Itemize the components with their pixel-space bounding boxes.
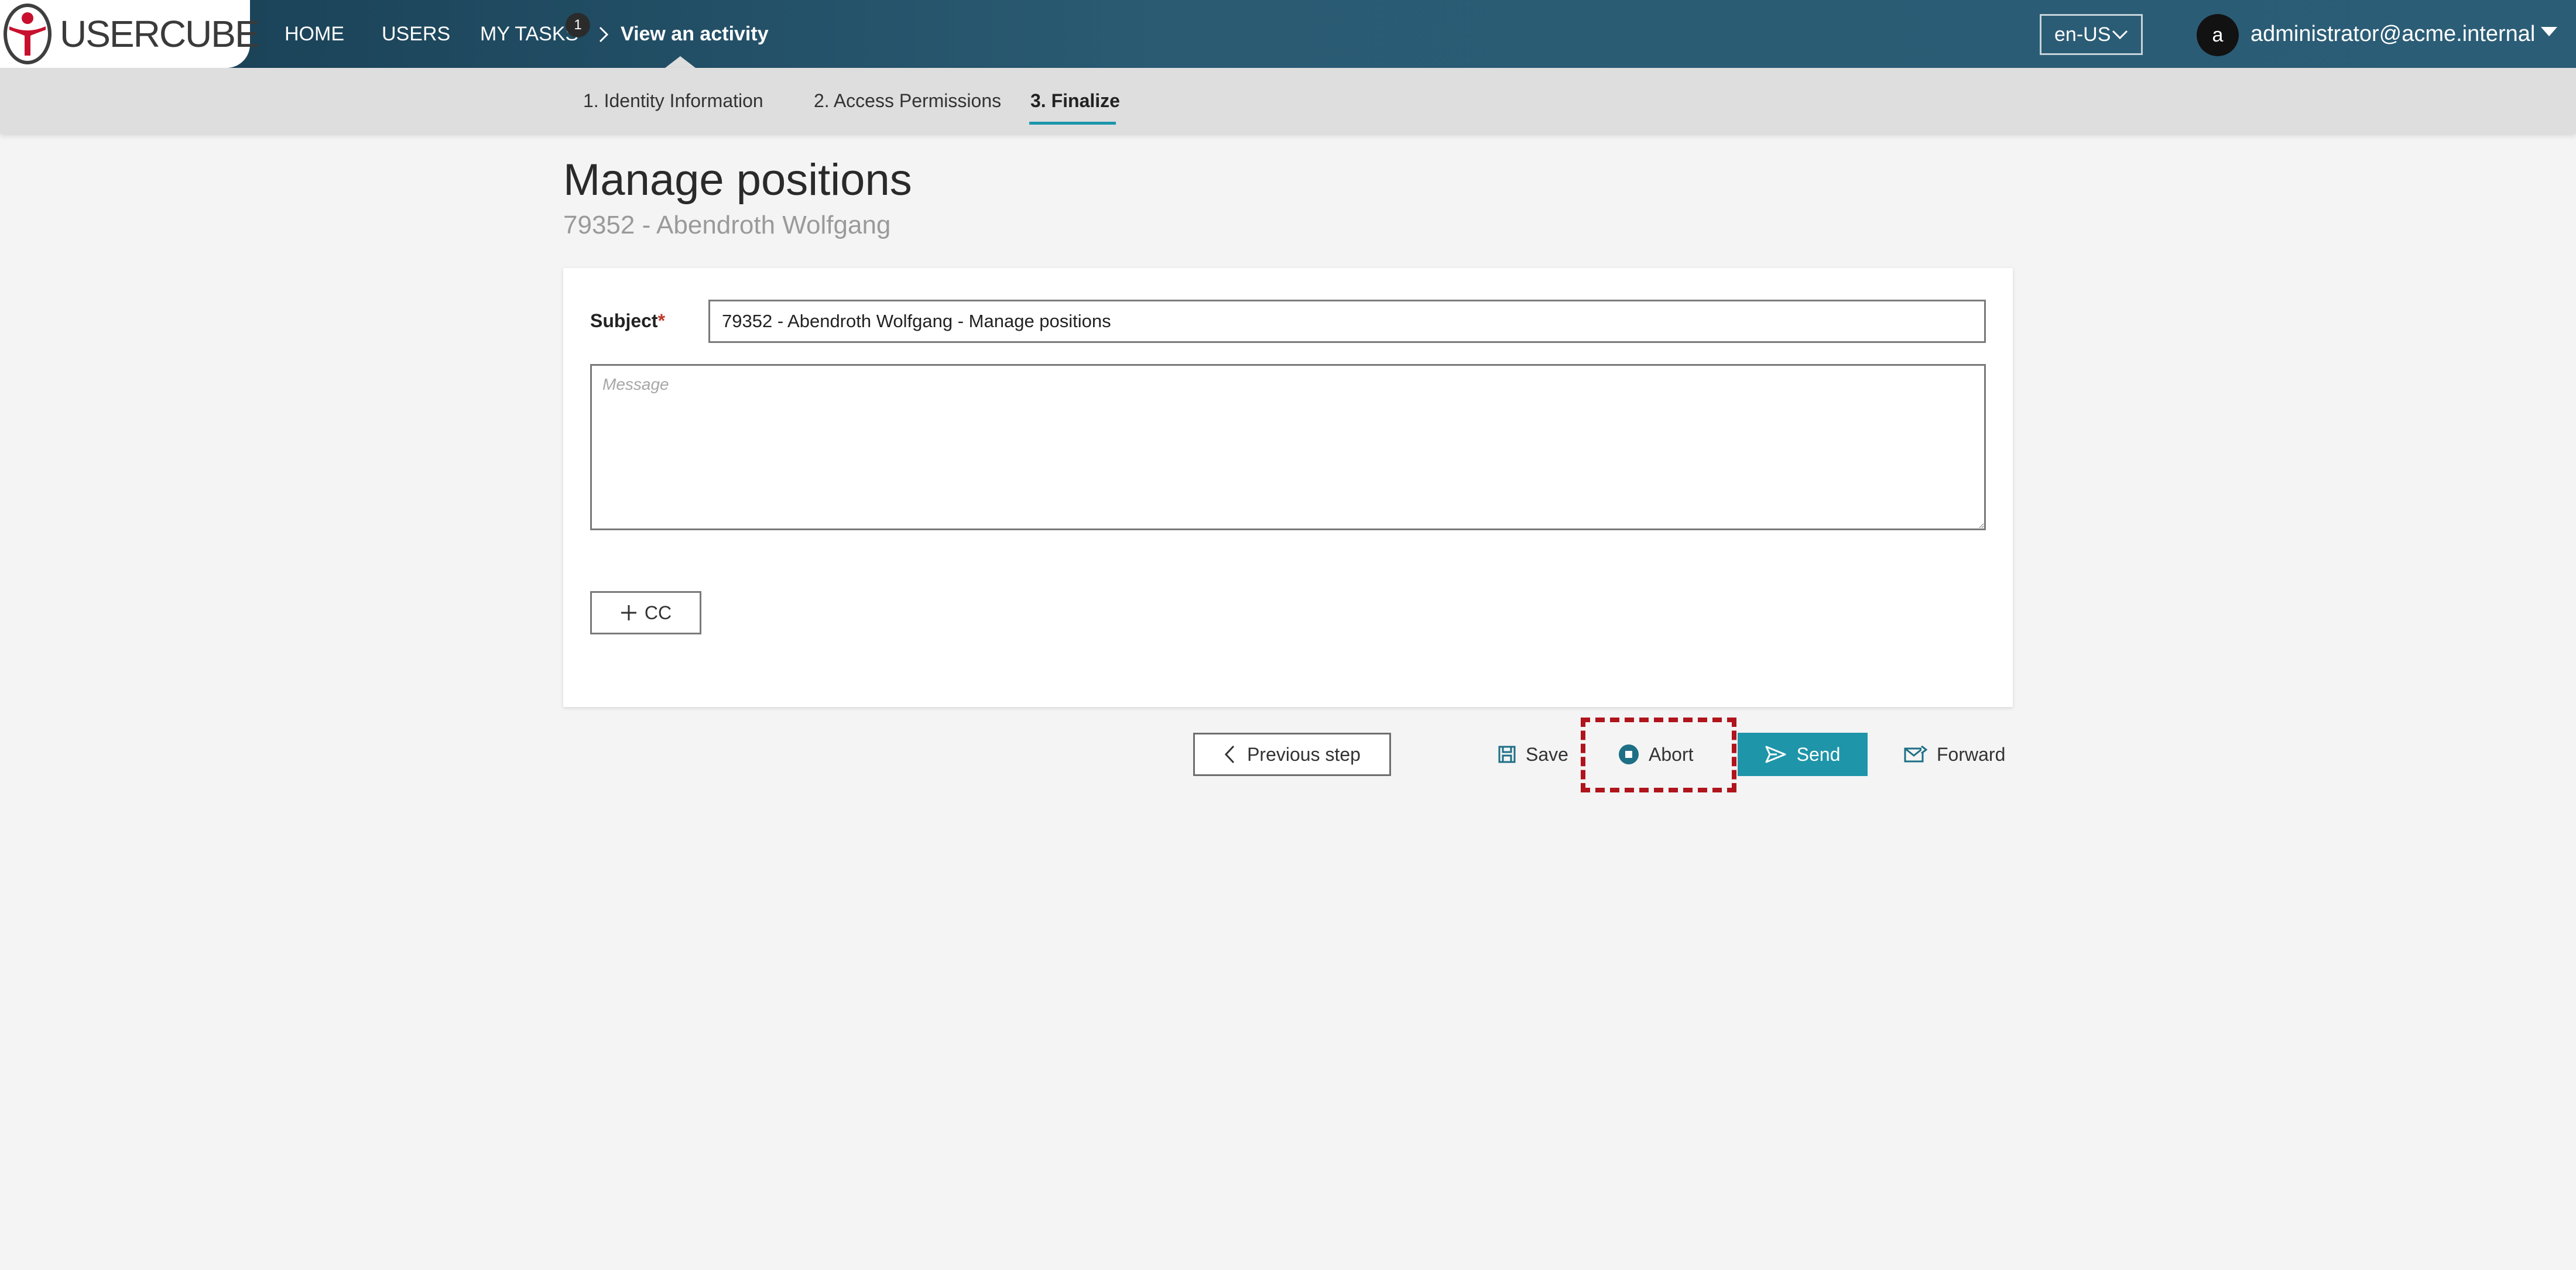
send-icon [1765, 746, 1786, 763]
app-logo[interactable]: USERCUBE [0, 0, 260, 68]
chevron-down-icon [2112, 30, 2128, 40]
steps-bar: 1. Identity Information 2. Access Permis… [0, 68, 2576, 133]
forward-icon [1904, 745, 1927, 763]
chevron-left-icon [1225, 745, 1235, 764]
step-identity-information[interactable]: 1. Identity Information [583, 68, 763, 133]
top-navigation-bar: USERCUBE HOME USERS MY TASKS 1 View an a… [0, 0, 2576, 68]
message-textarea[interactable] [590, 364, 1986, 530]
save-button[interactable]: Save [1498, 733, 1568, 776]
required-mark: * [657, 310, 666, 331]
step-access-permissions[interactable]: 2. Access Permissions [814, 68, 1001, 133]
logo-text: USERCUBE [60, 13, 260, 55]
subject-label: Subject* [590, 310, 665, 332]
tasks-count-badge: 1 [566, 13, 590, 37]
chevron-right-icon [599, 26, 609, 43]
add-cc-button[interactable]: CC [590, 591, 701, 634]
language-select[interactable]: en-US [2040, 14, 2143, 55]
send-label: Send [1796, 743, 1841, 765]
plus-icon [621, 605, 636, 620]
avatar[interactable]: a [2197, 14, 2239, 56]
forward-label: Forward [1937, 743, 2006, 765]
send-button[interactable]: Send [1738, 733, 1868, 776]
subject-input[interactable] [708, 300, 1986, 343]
active-step-indicator [1029, 122, 1116, 125]
page-title: Manage positions [563, 155, 912, 205]
previous-step-button[interactable]: Previous step [1193, 733, 1391, 776]
nav-home[interactable]: HOME [285, 0, 344, 68]
caret-down-icon[interactable] [2541, 27, 2557, 36]
user-menu[interactable]: administrator@acme.internal [2250, 0, 2535, 68]
previous-step-label: Previous step [1247, 743, 1361, 765]
subject-label-text: Subject [590, 310, 658, 331]
abort-label: Abort [1649, 743, 1694, 765]
save-label: Save [1526, 743, 1568, 765]
abort-button[interactable]: Abort [1618, 733, 1693, 776]
stop-icon [1619, 744, 1639, 764]
usercube-logo-icon [4, 4, 52, 64]
forward-button[interactable]: Forward [1904, 733, 2005, 776]
nav-my-tasks[interactable]: MY TASKS [480, 0, 578, 68]
nav-pointer [665, 56, 696, 68]
language-value: en-US [2054, 23, 2111, 46]
cc-label: CC [644, 602, 672, 623]
save-icon [1498, 746, 1516, 763]
page-subtitle: 79352 - Abendroth Wolfgang [563, 211, 891, 239]
nav-users[interactable]: USERS [382, 0, 450, 68]
